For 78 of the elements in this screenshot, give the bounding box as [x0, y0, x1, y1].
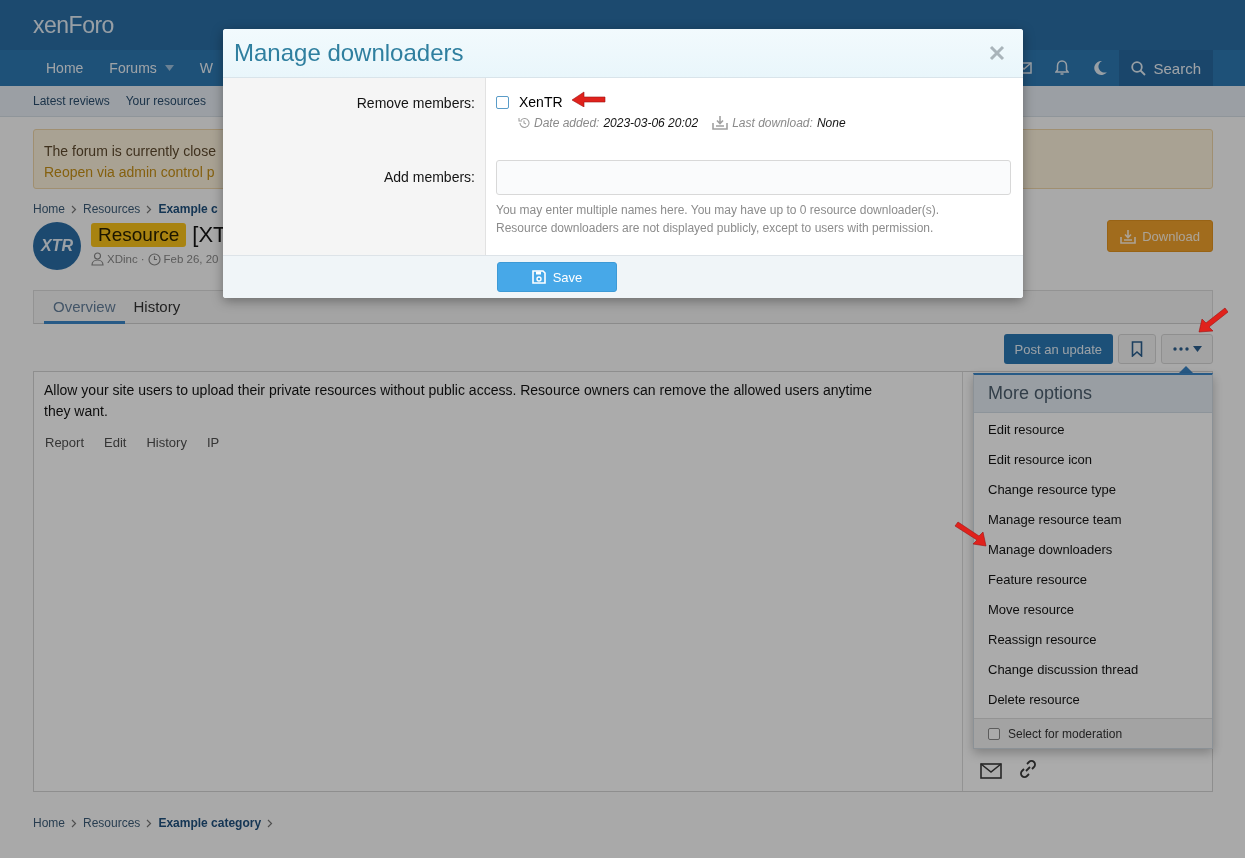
post-update-button[interactable]: Post an update	[1003, 334, 1113, 364]
menu-item[interactable]: Edit resource icon	[974, 445, 1212, 475]
resource-description: Allow your site users to upload their private resources without public access. Resource owners can remove the allowed users anytime they want.	[44, 381, 873, 421]
menu-item[interactable]: Delete resource	[974, 685, 1212, 715]
link-icon	[1018, 759, 1038, 779]
arrow-icon	[1198, 307, 1228, 333]
bookmark-button[interactable]	[1118, 334, 1156, 364]
nav-tab[interactable]: W	[186, 50, 227, 86]
caret-icon	[164, 65, 174, 71]
author-name[interactable]: XDinc	[107, 253, 138, 265]
field-label: Remove members:	[356, 95, 475, 111]
envelope-icon	[980, 763, 1002, 779]
checkbox[interactable]	[988, 727, 1000, 740]
separator: ·	[140, 253, 145, 265]
subnav-link[interactable]: Latest reviews	[33, 94, 110, 108]
member-name[interactable]: XenTR	[519, 94, 563, 110]
menu-title: More options	[974, 375, 1212, 413]
more-icon	[1172, 347, 1189, 351]
menu-item[interactable]: Reassign resource	[974, 625, 1212, 655]
notice-text: The forum is currently close	[44, 142, 216, 161]
download-icon	[1120, 228, 1137, 244]
arrow-icon	[572, 91, 606, 107]
history-icon	[518, 116, 530, 129]
search-icon	[1131, 60, 1147, 76]
menu-item[interactable]: Change discussion thread	[974, 655, 1212, 685]
menu-item[interactable]: Move resource	[974, 595, 1212, 625]
checkbox[interactable]	[496, 95, 509, 109]
nav-tab[interactable]: Forums	[96, 50, 187, 86]
subnav-link[interactable]: Your resources	[125, 94, 206, 108]
date-added-label: Date added:	[534, 115, 600, 130]
post-action-link[interactable]: IP	[206, 435, 220, 450]
date-added-value: 2023-03-06 20:02	[603, 115, 699, 130]
nav-tab[interactable]: Home	[33, 50, 97, 86]
resource-avatar: XTR	[33, 222, 81, 270]
input-field[interactable]	[496, 160, 1011, 195]
site-logo[interactable]: xenForo	[33, 11, 114, 39]
menu-item[interactable]: Manage resource team	[974, 505, 1212, 535]
menu-item[interactable]: Feature resource	[974, 565, 1212, 595]
post-action-link[interactable]: Edit	[104, 435, 127, 450]
chevron-icon	[71, 818, 77, 828]
post-date: Feb 26, 20	[163, 253, 219, 265]
chevron-icon	[146, 818, 153, 828]
breadcrumb-link[interactable]: Resources	[83, 816, 141, 830]
field-hint: You may enter multiple names here. You may have up to 0 resource downloader(s). Resource downloaders are not displayed publicly, except to users with permission.	[496, 202, 941, 237]
chevron-icon	[146, 204, 153, 214]
menu-item[interactable]: Change resource type	[974, 475, 1212, 505]
search-button[interactable]: Search	[1119, 50, 1213, 86]
last-download-value: None	[816, 115, 846, 130]
breadcrumb-link[interactable]: Home	[33, 202, 65, 216]
clock-icon	[147, 252, 161, 266]
post-action-link[interactable]: Report	[45, 435, 85, 450]
resource-title: [XT	[192, 222, 227, 248]
close-icon[interactable]	[989, 45, 1005, 61]
last-download-label: Last download:	[732, 115, 813, 130]
field-label: Add members:	[383, 169, 475, 185]
bookmark-icon	[1131, 341, 1143, 357]
prefix-label: Resource	[91, 223, 187, 247]
tab[interactable]: History	[124, 291, 190, 324]
chevron-icon	[267, 818, 274, 828]
menu-item[interactable]: Edit resource	[974, 415, 1212, 445]
notice-text: Reopen via admin control p	[44, 163, 215, 182]
more-options-button[interactable]	[1161, 334, 1213, 364]
caret-icon	[1192, 346, 1202, 352]
arrow-icon	[953, 521, 987, 547]
moon-icon[interactable]	[1092, 60, 1109, 76]
post-action-link[interactable]: History	[146, 435, 187, 450]
download-icon	[712, 115, 729, 130]
tab[interactable]: Overview	[44, 291, 125, 324]
user-icon	[91, 252, 104, 266]
breadcrumb-link[interactable]: Example category	[158, 816, 262, 830]
bell-icon[interactable]	[1055, 60, 1070, 76]
breadcrumb-link[interactable]: Example c	[158, 202, 218, 216]
chevron-icon	[71, 204, 77, 214]
menu-item[interactable]: Manage downloaders	[974, 535, 1212, 565]
dialog-title: Manage downloaders	[234, 39, 464, 67]
save-icon	[531, 270, 546, 284]
breadcrumb-link[interactable]: Resources	[83, 202, 141, 216]
breadcrumb-link[interactable]: Home	[33, 816, 65, 830]
